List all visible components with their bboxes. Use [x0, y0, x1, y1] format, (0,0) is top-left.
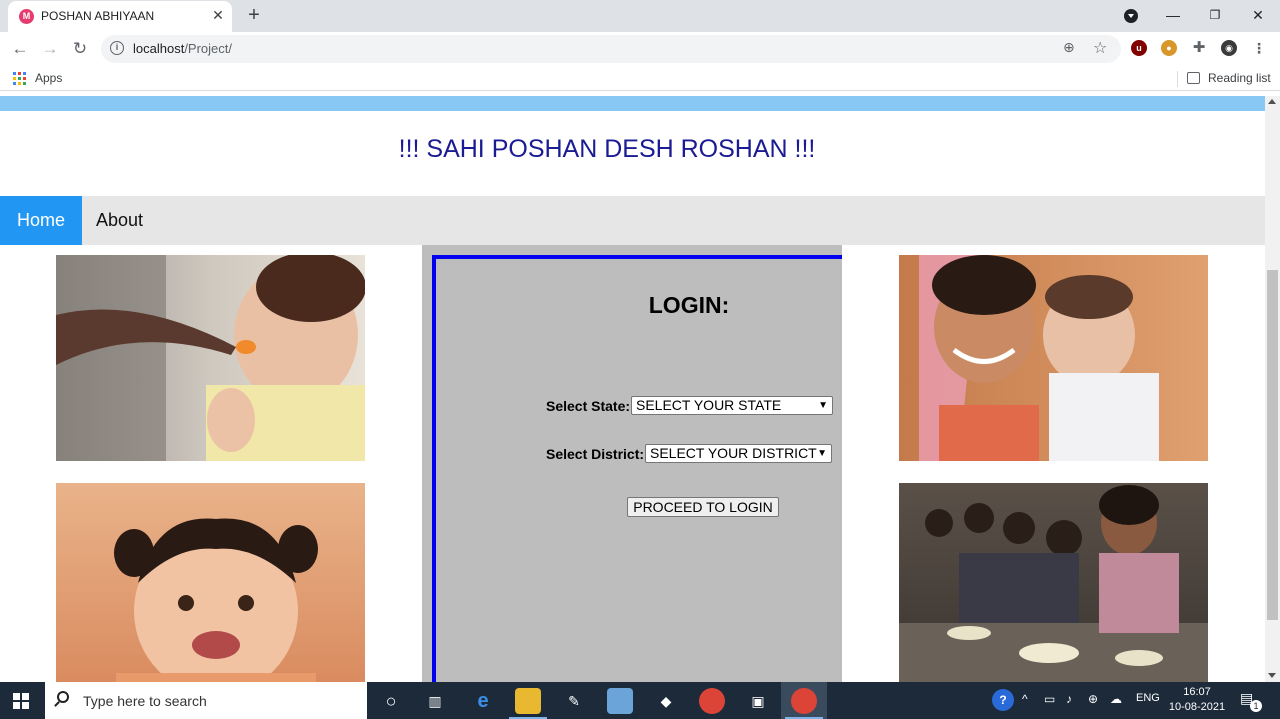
- menu-kebab-icon[interactable]: ⋮: [1251, 40, 1267, 56]
- store-icon[interactable]: ▣: [745, 688, 771, 714]
- scroll-down-icon[interactable]: [1268, 673, 1276, 678]
- clock-time: 16:07: [1183, 686, 1211, 698]
- help-icon[interactable]: ?: [992, 689, 1014, 711]
- page-title: !!! SAHI POSHAN DESH ROSHAN !!!: [398, 135, 816, 163]
- reading-list-icon[interactable]: [1187, 72, 1200, 84]
- district-select-value: SELECT YOUR DISTRICT: [650, 445, 817, 461]
- bookmark-star-icon[interactable]: ☆: [1093, 38, 1107, 58]
- tab-search-icon[interactable]: [1124, 9, 1138, 23]
- bookmarks-bar: Apps Reading list: [0, 66, 1280, 91]
- tab-title: POSHAN ABHIYAAN: [41, 9, 155, 23]
- clock-date: 10-08-2021: [1168, 701, 1226, 713]
- pen-app-icon[interactable]: ✎: [561, 688, 587, 714]
- profile-avatar[interactable]: ◉: [1221, 40, 1237, 56]
- state-label: Select State:: [546, 398, 631, 414]
- cookie-extension-icon[interactable]: ●: [1161, 40, 1177, 56]
- page-scrollbar[interactable]: [1265, 96, 1280, 682]
- window-close-icon[interactable]: ✕: [1247, 4, 1269, 26]
- url-host: localhost: [133, 41, 185, 56]
- forward-icon[interactable]: →: [39, 38, 61, 60]
- tab-close-icon[interactable]: ✕: [210, 7, 226, 23]
- children-eating-image: [899, 483, 1208, 682]
- taskbar-search-placeholder: Type here to search: [83, 693, 207, 709]
- state-select-value: SELECT YOUR STATE: [636, 397, 782, 413]
- windows-start-icon[interactable]: [13, 693, 29, 709]
- apps-grid-icon[interactable]: [13, 72, 26, 85]
- notepad-icon[interactable]: [607, 688, 633, 714]
- state-select[interactable]: SELECT YOUR STATE ▼: [631, 396, 833, 415]
- zoom-icon[interactable]: ⊕: [1063, 39, 1075, 56]
- browser-toolbar: ← → ↻ i localhost/Project/ ⊕ ☆ u ● ✚ ◉ ⋮: [0, 32, 1280, 66]
- reload-icon[interactable]: ↻: [69, 38, 91, 60]
- district-row: Select District:: [546, 446, 644, 462]
- dropbox-icon[interactable]: ◆: [653, 688, 679, 714]
- login-frame: LOGIN: Select State: SELECT YOUR STATE ▼…: [432, 255, 842, 682]
- ublock-extension-icon[interactable]: u: [1131, 40, 1147, 56]
- bookmarks-divider: [1177, 71, 1178, 87]
- search-icon: [57, 691, 69, 703]
- chrome-icon[interactable]: [699, 688, 725, 714]
- taskbar-search-box[interactable]: Type here to search: [45, 682, 367, 719]
- battery-icon[interactable]: ▭: [1044, 692, 1055, 706]
- scroll-up-icon[interactable]: [1268, 99, 1276, 104]
- show-hidden-icons-icon[interactable]: ^: [1022, 692, 1028, 706]
- address-bar[interactable]: i localhost/Project/ ⊕ ☆: [101, 35, 1121, 63]
- edge-browser-icon[interactable]: e: [470, 688, 496, 714]
- page-viewport: !!! SAHI POSHAN DESH ROSHAN !!! Home Abo…: [0, 96, 1265, 682]
- taskbar-clock[interactable]: 16:07 10-08-2021: [1168, 685, 1226, 715]
- language-indicator[interactable]: ENG: [1136, 692, 1160, 704]
- page-header: !!! SAHI POSHAN DESH ROSHAN !!!: [0, 111, 1265, 196]
- district-select[interactable]: SELECT YOUR DISTRICT ▼: [645, 444, 832, 463]
- cortana-icon[interactable]: ○: [378, 688, 404, 714]
- nav-about-link[interactable]: About: [79, 196, 160, 245]
- mother-and-baby-image: [899, 255, 1208, 461]
- proceed-to-login-button[interactable]: PROCEED TO LOGIN: [627, 497, 779, 517]
- minimize-icon[interactable]: —: [1162, 4, 1184, 26]
- file-explorer-icon[interactable]: [515, 688, 541, 714]
- network-icon[interactable]: ⊕: [1088, 692, 1098, 706]
- notification-count-badge: 1: [1250, 700, 1262, 712]
- browser-tab-strip: M POSHAN ABHIYAAN ✕ + — ❐ ✕: [0, 0, 1280, 32]
- login-panel: LOGIN: Select State: SELECT YOUR STATE ▼…: [422, 245, 842, 682]
- back-icon[interactable]: ←: [9, 38, 31, 60]
- state-row: Select State:: [546, 398, 630, 414]
- baby-feeding-image: [56, 255, 365, 461]
- onedrive-icon[interactable]: ☁: [1110, 692, 1122, 706]
- district-label: Select District:: [546, 446, 645, 462]
- chevron-down-icon: ▼: [818, 400, 828, 411]
- new-tab-icon[interactable]: +: [244, 4, 264, 26]
- volume-icon[interactable]: ♪: [1066, 692, 1072, 706]
- extensions-puzzle-icon[interactable]: ✚: [1191, 40, 1207, 56]
- smiling-toddler-image: [56, 483, 365, 682]
- apps-bookmark[interactable]: Apps: [35, 71, 62, 85]
- url-path: /Project/: [184, 41, 232, 56]
- windows-taskbar: Type here to search ○ ▥ e ✎ ◆ ▣ ? ^ ▭ ♪ …: [0, 682, 1280, 719]
- main-navbar: Home About: [0, 196, 1265, 245]
- task-view-icon[interactable]: ▥: [422, 688, 448, 714]
- site-favicon-icon: M: [19, 9, 34, 24]
- login-title: LOGIN:: [648, 292, 730, 318]
- restore-icon[interactable]: ❐: [1204, 4, 1226, 26]
- chevron-down-icon: ▼: [817, 448, 827, 459]
- url-text[interactable]: localhost/Project/: [133, 41, 232, 56]
- scrollbar-thumb[interactable]: [1267, 270, 1278, 620]
- site-info-icon[interactable]: i: [110, 41, 124, 55]
- reading-list-button[interactable]: Reading list: [1208, 71, 1271, 85]
- browser-tab[interactable]: M POSHAN ABHIYAAN ✕: [8, 1, 232, 32]
- chrome-active-icon[interactable]: [791, 688, 817, 714]
- top-color-band: [0, 96, 1265, 111]
- nav-home-link[interactable]: Home: [0, 196, 83, 245]
